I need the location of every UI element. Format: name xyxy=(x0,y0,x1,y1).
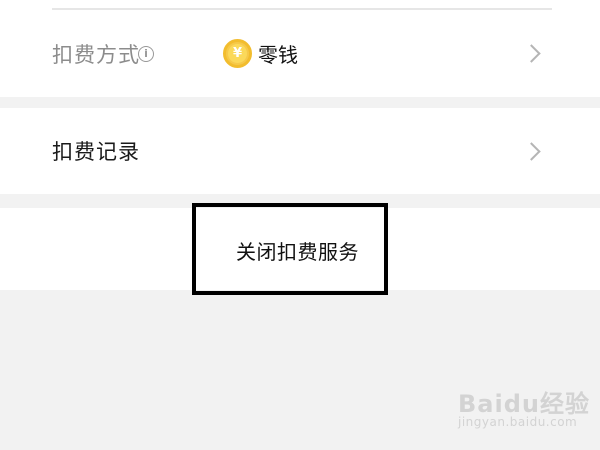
chevron-right-icon xyxy=(522,141,541,161)
info-icon[interactable]: i xyxy=(138,45,154,62)
payment-method-label: 扣费方式 xyxy=(52,42,140,67)
payment-method-row[interactable]: 扣费方式 i ¥ 零钱 xyxy=(0,10,600,97)
baidu-watermark: Baidu经验 jingyan.baidu.com xyxy=(458,384,590,429)
payment-method-section: 扣费方式 i ¥ 零钱 xyxy=(0,0,600,97)
coin-icon: ¥ xyxy=(223,39,252,68)
close-service-button[interactable]: 关闭扣费服务 xyxy=(236,236,359,265)
coin-glyph: ¥ xyxy=(228,44,247,63)
chevron-right-icon xyxy=(522,44,541,63)
watermark-main-text: Baidu经验 xyxy=(458,390,590,418)
deduction-records-section: 扣费记录 xyxy=(0,108,600,194)
deduction-records-label: 扣费记录 xyxy=(52,140,140,164)
deduction-records-row[interactable]: 扣费记录 xyxy=(0,108,600,194)
payment-method-value: 零钱 xyxy=(258,43,298,67)
watermark-sub-text: jingyan.baidu.com xyxy=(458,415,578,429)
